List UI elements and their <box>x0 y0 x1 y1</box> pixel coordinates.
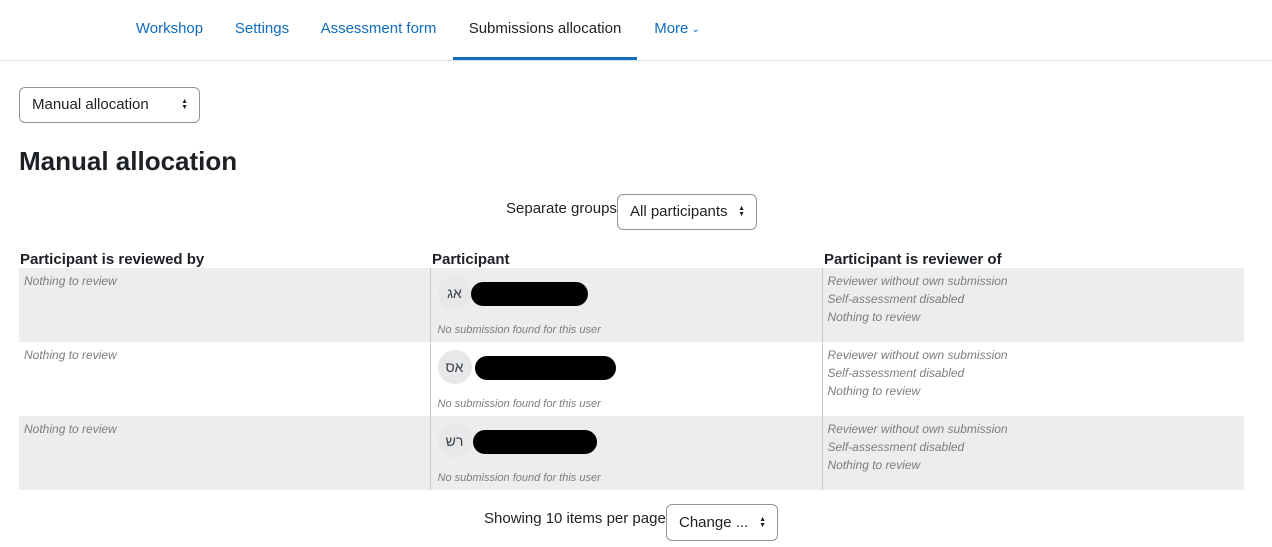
review-status: Nothing to review <box>827 310 921 324</box>
table-row: Nothing to review אג No submission found… <box>19 268 1244 342</box>
participant-cell: אס No submission found for this user <box>436 348 817 410</box>
reviewer-status: Reviewer without own submission <box>827 274 1008 288</box>
header-reviewed-by: Participant is reviewed by <box>20 251 205 268</box>
tab-more[interactable]: More ⌄ <box>646 0 708 60</box>
submission-status: No submission found for this user <box>437 398 601 410</box>
allocations-table: Participant is reviewed by Participant P… <box>19 246 1244 490</box>
reviewed-by-status: Nothing to review <box>24 422 117 436</box>
review-status: Nothing to review <box>827 458 921 472</box>
self-assessment-status: Self-assessment disabled <box>827 440 965 454</box>
per-page-select-value: Change ... <box>679 514 749 531</box>
allocator-select[interactable]: Manual allocation ▲ ▼ <box>19 87 200 123</box>
per-page-select[interactable]: Change ... ▲ ▼ <box>666 504 778 541</box>
tab-settings[interactable]: Settings <box>227 0 297 60</box>
table-row: Nothing to review אס No submission found… <box>19 342 1244 416</box>
participant-cell: רש No submission found for this user <box>436 422 817 484</box>
chevron-down-icon: ⌄ <box>691 24 700 35</box>
allocator-select-value: Manual allocation <box>32 96 149 113</box>
tab-submissions-allocation[interactable]: Submissions allocation <box>453 0 637 60</box>
tab-workshop[interactable]: Workshop <box>128 0 211 60</box>
self-assessment-status: Self-assessment disabled <box>827 292 965 306</box>
avatar: אג <box>437 276 472 310</box>
groups-select-value: All participants <box>630 203 728 220</box>
reviewer-status: Reviewer without own submission <box>827 348 1008 362</box>
redacted-name <box>474 356 616 380</box>
participant-cell: אג No submission found for this user <box>436 274 817 336</box>
reviewed-by-status: Nothing to review <box>24 274 117 288</box>
tab-assessment-form[interactable]: Assessment form <box>312 0 445 60</box>
secondary-navigation: Workshop Settings Assessment form Submis… <box>0 0 1272 61</box>
groups-label: Separate groups <box>506 200 617 217</box>
submission-status: No submission found for this user <box>437 324 601 336</box>
table-row: Nothing to review רש No submission found… <box>19 416 1244 490</box>
redacted-name <box>472 430 597 454</box>
tab-more-label: More <box>654 20 689 37</box>
select-arrows-icon: ▲ ▼ <box>738 205 745 218</box>
avatar: אס <box>437 350 472 384</box>
per-page-label: Showing 10 items per page <box>484 510 666 527</box>
reviewer-status: Reviewer without own submission <box>827 422 1008 436</box>
header-participant: Participant <box>432 251 510 268</box>
review-status: Nothing to review <box>827 384 921 398</box>
submission-status: No submission found for this user <box>437 472 601 484</box>
page-title: Manual allocation <box>19 146 238 176</box>
redacted-name <box>470 282 588 306</box>
select-arrows-icon: ▲ ▼ <box>181 98 188 111</box>
reviewed-by-status: Nothing to review <box>24 348 117 362</box>
avatar: רש <box>437 424 472 458</box>
select-arrows-icon: ▲ ▼ <box>759 515 766 529</box>
header-reviewer-of: Participant is reviewer of <box>824 251 1002 268</box>
self-assessment-status: Self-assessment disabled <box>827 366 965 380</box>
groups-select[interactable]: All participants ▲ ▼ <box>617 194 757 230</box>
